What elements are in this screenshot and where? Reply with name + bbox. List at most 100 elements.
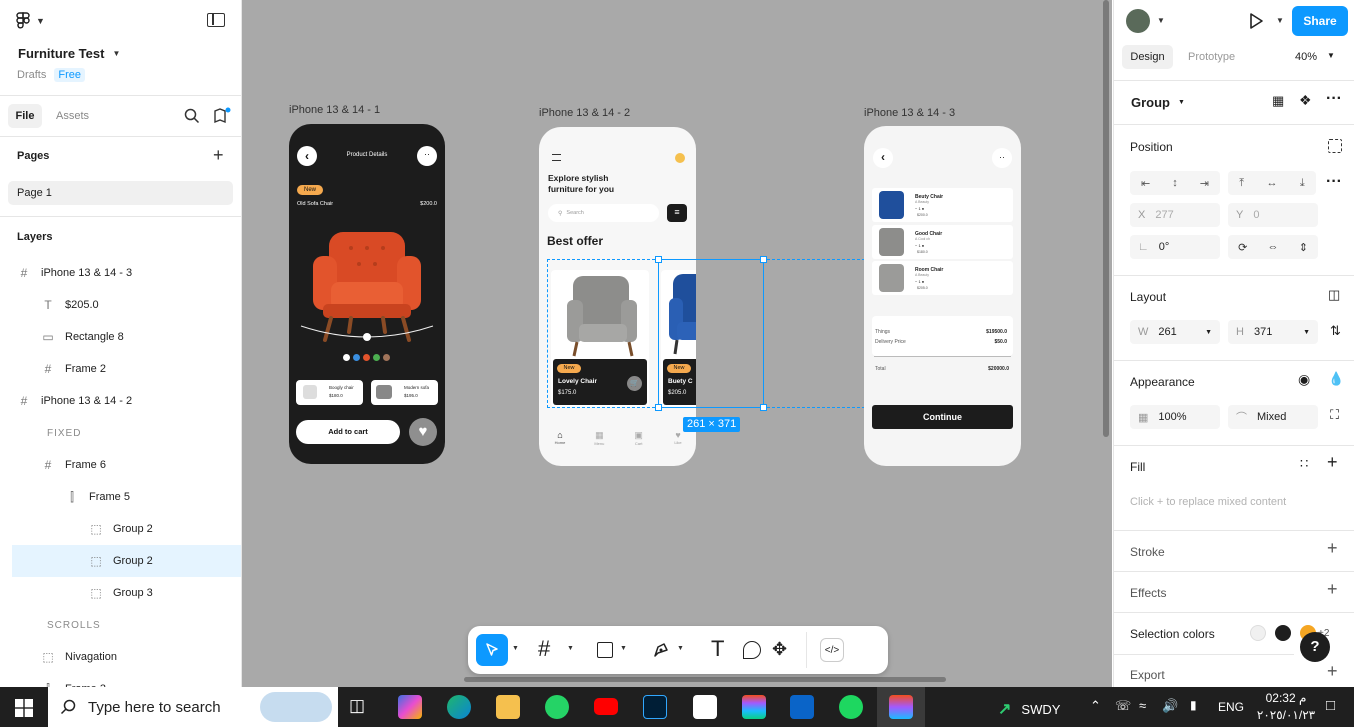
- page-item[interactable]: Page 1: [8, 181, 233, 205]
- figma-icon[interactable]: [742, 695, 766, 719]
- photoshop-icon[interactable]: [643, 695, 667, 719]
- auto-layout-icon[interactable]: ◫: [1328, 287, 1340, 303]
- width-field[interactable]: W 261 ▼: [1130, 320, 1220, 344]
- align-center-v-icon[interactable]: ↔: [1266, 177, 1277, 189]
- cart-item[interactable]: Room Chair A Beauty − 1 ● $205.0: [872, 261, 1013, 295]
- search-icon[interactable]: [184, 108, 200, 124]
- wifi-icon[interactable]: ≈: [1139, 698, 1146, 713]
- nav-home[interactable]: ⌂ Home: [549, 430, 571, 446]
- share-button[interactable]: Share: [1292, 6, 1348, 36]
- layer-row[interactable]: # Frame 6: [0, 449, 241, 481]
- color-swatches[interactable]: [343, 354, 390, 361]
- frame-tool-icon[interactable]: #: [538, 637, 550, 661]
- tab-design[interactable]: Design: [1122, 45, 1173, 69]
- add-fill-icon[interactable]: +: [1327, 452, 1338, 473]
- color-swatch[interactable]: [1250, 625, 1266, 641]
- whatsapp-icon[interactable]: [545, 695, 569, 719]
- resize-handle[interactable]: [760, 404, 767, 411]
- blend-mode-icon[interactable]: 💧: [1328, 371, 1344, 387]
- avatar[interactable]: [1126, 9, 1150, 33]
- present-icon[interactable]: [1248, 12, 1264, 30]
- phone-frame-3[interactable]: ‹ ·· Beuty Chair A Beauty − 1 ● $200.0 Good …: [864, 126, 1021, 466]
- spotify-icon[interactable]: [839, 695, 863, 719]
- search-input[interactable]: ⚲ Search: [548, 204, 659, 222]
- task-view-icon[interactable]: ◫: [349, 696, 365, 716]
- file-explorer-icon[interactable]: [496, 695, 520, 719]
- active-app-tile[interactable]: [877, 687, 925, 727]
- toggle-sidebar-icon[interactable]: [207, 13, 225, 27]
- selection-type[interactable]: Group ▼: [1131, 95, 1185, 110]
- align-top-icon[interactable]: ⤒: [1239, 177, 1244, 190]
- tab-assets[interactable]: Assets: [56, 110, 89, 122]
- youtube-icon[interactable]: [594, 698, 618, 715]
- component-icon[interactable]: ❖: [1299, 92, 1312, 109]
- chevron-down-icon[interactable]: ▼: [512, 645, 519, 652]
- frame-label[interactable]: iPhone 13 & 14 - 1: [289, 104, 380, 116]
- nav-cart[interactable]: ▣ Cart: [628, 430, 650, 446]
- layer-row[interactable]: # iPhone 13 & 14 - 3: [0, 257, 241, 289]
- independent-corners-icon[interactable]: ⛶: [1330, 407, 1339, 423]
- help-button[interactable]: ?: [1300, 632, 1330, 662]
- layer-row[interactable]: ⫿ Frame 5: [0, 481, 241, 513]
- opacity-field[interactable]: ▦ 100%: [1130, 405, 1220, 429]
- constrain-proportions-icon[interactable]: ⇅: [1330, 323, 1341, 339]
- volume-icon[interactable]: 🔊: [1162, 698, 1178, 714]
- color-swatch[interactable]: [1275, 625, 1291, 641]
- tab-prototype[interactable]: Prototype: [1188, 51, 1235, 63]
- chevron-down-icon[interactable]: ▼: [677, 645, 684, 652]
- grid-icon[interactable]: ▦: [1272, 93, 1284, 109]
- styles-icon[interactable]: ∷: [1300, 456, 1308, 472]
- main-menu-button[interactable]: ▼: [16, 12, 45, 30]
- library-icon[interactable]: [213, 107, 231, 124]
- dev-mode-icon[interactable]: </>: [820, 638, 844, 662]
- add-stroke-icon[interactable]: +: [1327, 538, 1338, 559]
- x-field[interactable]: X 277: [1130, 203, 1220, 227]
- horizontal-scrollbar[interactable]: [464, 677, 946, 682]
- chevron-down-icon[interactable]: ▼: [567, 645, 574, 652]
- layer-row[interactable]: # Frame 2: [0, 353, 241, 385]
- filter-icon[interactable]: ≡: [667, 204, 687, 222]
- quantity-stepper[interactable]: − 1 ●: [915, 279, 924, 284]
- comment-tool-icon[interactable]: [743, 641, 761, 659]
- pen-tool-icon[interactable]: [651, 640, 671, 660]
- continue-button[interactable]: Continue: [872, 405, 1013, 429]
- heart-icon[interactable]: ♥: [409, 418, 437, 446]
- avatar[interactable]: [675, 153, 685, 163]
- battery-icon[interactable]: ▮: [1190, 698, 1197, 712]
- layer-row[interactable]: ⬚ Nivagation: [0, 641, 241, 673]
- canvas[interactable]: iPhone 13 & 14 - 1 iPhone 13 & 14 - 2 iP…: [242, 0, 1112, 687]
- add-effect-icon[interactable]: +: [1327, 579, 1338, 600]
- constraints-icon[interactable]: [1328, 139, 1342, 153]
- rotation-field[interactable]: ∟ 0°: [1130, 235, 1220, 259]
- layer-row[interactable]: ⬚ Group 2: [0, 513, 241, 545]
- rectangle-tool-icon[interactable]: [597, 642, 613, 658]
- chevron-down-icon[interactable]: ▼: [1157, 16, 1165, 25]
- frame-label[interactable]: iPhone 13 & 14 - 2: [539, 107, 630, 119]
- cart-item[interactable]: Good Chair A Cool ch − 1 ● $180.0: [872, 224, 1013, 259]
- flip-vertical-icon[interactable]: ⇕: [1299, 241, 1308, 254]
- back-icon[interactable]: ‹: [873, 148, 893, 168]
- more-icon[interactable]: ···: [1326, 90, 1342, 108]
- height-field[interactable]: H 371 ▼: [1228, 320, 1318, 344]
- taskbar-search-input[interactable]: Type here to search: [48, 687, 338, 727]
- plan-badge[interactable]: Free: [54, 68, 85, 82]
- chevron-down-icon[interactable]: ▼: [1276, 16, 1284, 25]
- layer-row[interactable]: # iPhone 13 & 14 - 2: [0, 385, 241, 417]
- windows-start-icon[interactable]: [15, 699, 33, 717]
- cart-item[interactable]: Beuty Chair A Beauty − 1 ● $200.0: [872, 188, 1013, 222]
- more-icon[interactable]: ··: [417, 146, 437, 166]
- add-page-icon[interactable]: +: [213, 146, 224, 164]
- notifications-icon[interactable]: □: [1326, 697, 1335, 714]
- language-indicator[interactable]: ENG: [1218, 700, 1244, 714]
- align-center-h-icon[interactable]: ↕: [1172, 177, 1178, 189]
- align-bottom-icon[interactable]: ⤓: [1300, 177, 1305, 190]
- rotate-icon[interactable]: ⟳: [1238, 241, 1247, 254]
- notion-icon[interactable]: [693, 695, 717, 719]
- add-to-cart-button[interactable]: Add to cart: [296, 420, 400, 444]
- more-icon[interactable]: ···: [1326, 173, 1342, 191]
- resize-handle[interactable]: [760, 256, 767, 263]
- clock[interactable]: 02:32 م ٢٠٢٥/٠١/٢٣: [1252, 690, 1320, 724]
- more-icon[interactable]: ··: [992, 148, 1012, 168]
- related-card[interactable]: Boogly chair $180.0: [296, 380, 363, 405]
- eye-icon[interactable]: ◉: [1298, 371, 1310, 388]
